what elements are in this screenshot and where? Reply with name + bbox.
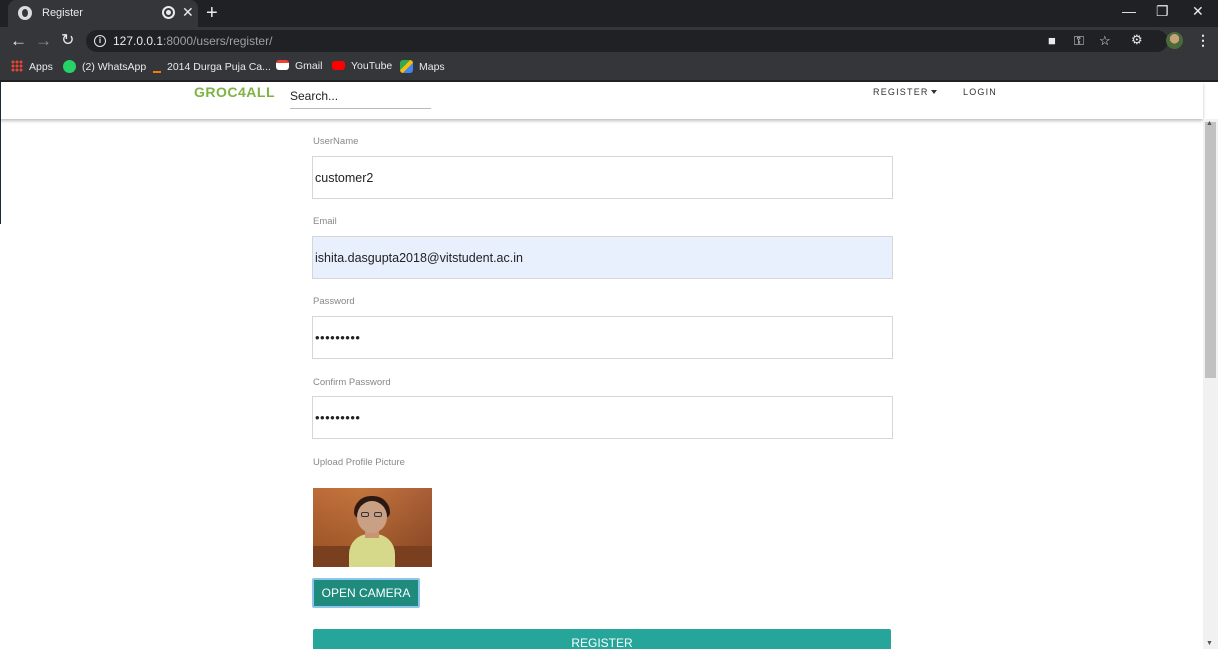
forward-arrow-icon[interactable]: → — [35, 31, 52, 51]
caret-down-icon — [930, 90, 937, 94]
register-button[interactable]: REGISTER — [313, 629, 891, 649]
minimize-button[interactable]: — — [1122, 3, 1136, 19]
password-label: Password — [313, 296, 355, 307]
apps-grid-icon — [11, 60, 23, 72]
key-icon[interactable]: ⚿ — [1074, 33, 1084, 49]
nav-login-link[interactable]: LOGIN — [963, 87, 997, 97]
browser-tab-bar: Register ✕ + — ❐ ✕ — [0, 0, 1218, 27]
tab-title: Register — [42, 7, 83, 19]
scrollbar-thumb[interactable] — [1205, 122, 1216, 378]
star-bookmark-icon[interactable]: ☆ — [1099, 33, 1111, 49]
durga-puja-icon — [153, 60, 161, 73]
password-field[interactable] — [312, 316, 893, 359]
extension-icon[interactable]: ⚙ — [1131, 32, 1143, 48]
address-bar[interactable]: i 127.0.0.1:8000/users/register/ ■ ⚿ ☆ — [86, 30, 1168, 52]
restore-button[interactable]: ❐ — [1156, 3, 1169, 20]
confirm-password-label: Confirm Password — [313, 377, 391, 388]
scroll-down-arrow-icon[interactable]: ▼ — [1206, 640, 1213, 647]
reload-icon[interactable]: ↻ — [61, 31, 74, 51]
page-viewport: GROC4ALL REGISTER LOGIN UserName Email P… — [0, 82, 1218, 649]
gmail-icon — [276, 60, 289, 70]
profile-avatar[interactable] — [1166, 32, 1183, 49]
brand-logo[interactable]: GROC4ALL — [194, 84, 275, 100]
bookmark-maps[interactable]: Maps — [400, 60, 445, 73]
scroll-up-arrow-icon[interactable]: ▲ — [1206, 120, 1213, 127]
profile-picture-preview — [313, 488, 432, 567]
username-field[interactable] — [312, 156, 893, 199]
tab-close-icon[interactable]: ✕ — [182, 4, 194, 20]
bookmark-whatsapp[interactable]: (2) WhatsApp — [63, 60, 146, 73]
globe-icon — [18, 6, 32, 20]
maps-icon — [400, 60, 413, 73]
whatsapp-icon — [63, 60, 76, 73]
new-tab-button[interactable]: + — [206, 2, 218, 24]
upload-picture-label: Upload Profile Picture — [313, 457, 405, 468]
bookmarks-bar: Apps (2) WhatsApp 2014 Durga Puja Ca... … — [0, 55, 1218, 80]
open-camera-button[interactable]: OPEN CAMERA — [312, 578, 420, 608]
audio-playing-icon[interactable] — [162, 6, 175, 19]
email-field[interactable] — [312, 236, 893, 279]
browser-tab[interactable]: Register ✕ — [8, 0, 198, 27]
close-window-button[interactable]: ✕ — [1192, 3, 1204, 20]
bookmark-durga-puja[interactable]: 2014 Durga Puja Ca... — [153, 60, 271, 73]
back-arrow-icon[interactable]: ← — [10, 31, 27, 51]
bookmark-youtube[interactable]: YouTube — [332, 60, 392, 72]
url-text[interactable]: 127.0.0.1:8000/users/register/ — [113, 34, 272, 48]
browser-toolbar: ← → ↻ i 127.0.0.1:8000/users/register/ ■… — [0, 27, 1218, 55]
bookmark-gmail[interactable]: Gmail — [276, 60, 322, 72]
youtube-icon — [332, 61, 345, 70]
confirm-password-field[interactable] — [312, 396, 893, 439]
search-input[interactable] — [290, 83, 431, 109]
username-label: UserName — [313, 136, 359, 147]
site-navbar: GROC4ALL REGISTER LOGIN — [0, 82, 1203, 119]
nav-register-dropdown[interactable]: REGISTER — [873, 87, 937, 97]
site-info-icon[interactable]: i — [94, 35, 106, 47]
email-label: Email — [313, 216, 337, 227]
bookmark-apps[interactable]: Apps — [11, 60, 53, 73]
more-menu-icon[interactable]: ⋮ — [1196, 32, 1210, 48]
camera-in-use-icon[interactable]: ■ — [1048, 33, 1056, 48]
